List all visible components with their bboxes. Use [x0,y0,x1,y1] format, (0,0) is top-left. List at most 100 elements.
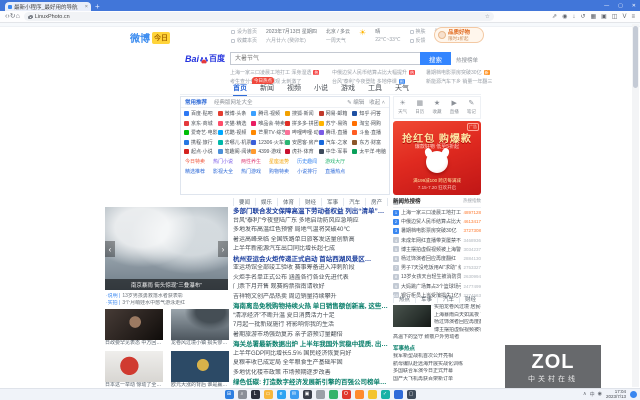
news-headline[interactable]: 绿色低碳: 打造数字经济发展新引擎的百强公司榜单揭晓 [233,378,390,388]
ranking-row[interactable]: 2 中俄边贸人民币结算占比大幅提升 4613417 [393,217,481,226]
taskbar-app-icon[interactable] [316,390,325,399]
news-photo[interactable] [171,351,229,382]
site-link[interactable]: 爱奇艺·电影 [184,129,218,136]
news-photo[interactable] [171,309,229,340]
panel-footer-tab[interactable]: 影视大全 [213,168,233,175]
tab-classic-sites[interactable]: 经典版网址大全 [214,98,253,106]
feedback-link[interactable]: 反馈 [410,37,426,44]
quick-category-link[interactable]: 今日特卖 [185,158,205,165]
video-news-item[interactable]: 博主摆拍虚假视频被行拘 [434,327,481,335]
search-input[interactable] [230,52,420,65]
address-bar[interactable]: LinuxPhoto.cn ☆ [24,12,494,21]
scrollbar-thumb[interactable] [633,26,638,88]
ranking-index-label[interactable]: 热搜指数 [463,198,481,204]
military-news-item[interactable]: 多国联合军演今日正式开幕 [393,368,481,376]
site-link[interactable]: 太平洋·电脑 [352,148,386,155]
window-control-icon[interactable]: — [604,3,609,9]
video-news-item[interactable]: 上海暴雨白天如黑夜 市民涉水出行 [434,312,481,320]
quick-category-link[interactable]: 两性养生 [241,158,261,165]
fav-page-link[interactable]: 收藏本页 [231,37,257,44]
site-link[interactable]: 哔哩哔哩·动画 [285,129,319,136]
right-panel-tab[interactable]: 财经 [459,295,481,303]
news-headline[interactable]: 上半年新能源汽车出口同比增长超七成 [233,245,390,255]
site-link[interactable]: 拼多多·拼团 [285,120,319,127]
news-tab[interactable]: 房产 [365,198,387,206]
site-link[interactable]: 腾讯·视频 [251,110,285,117]
hot-search-item[interactable]: 中俄边贸人民币结算占比大幅提升 热 [332,69,422,76]
bullet-news-item[interactable]: ·说明 | 13岁男孩勇救落水者获表彰 [106,293,228,300]
tray-icon[interactable]: ◉ [598,391,602,398]
quick-category-link[interactable]: 热门小说 [213,158,233,165]
toolbar-extension-icon[interactable]: ▦ [590,13,596,20]
news-headline[interactable]: 暑期旅游市场强劲复苏 亲子游预订量翻倍 [233,331,390,341]
ranking-row[interactable]: 8 13岁女孩天台轻生被消防员救回 2630994 [393,272,481,281]
ranking-row[interactable]: 6 杨过饰演者回应再度翻红 2884130 [393,254,481,263]
site-link[interactable]: 天猫·精选 [218,120,252,127]
quick-icon-item[interactable]: ▦ 日历 [411,97,428,118]
site-link[interactable]: 笔趣阁·阅读 [218,148,252,155]
quick-icon-item[interactable]: ▶ 直播 [446,97,463,118]
taskbar-app-icon[interactable] [329,390,338,399]
news-headline[interactable]: 海南离岛免税购物持续火热 单日销售额创新高, 这些… [233,302,390,312]
news-headline[interactable]: 火炬手名单正式公布 涵盖各行各业先进代表 [233,274,390,284]
military-section-title[interactable]: 军事热点 [393,345,481,353]
news-headline[interactable]: 海关总署最新数据出炉 上半年我国外贸稳中提质, 出口… [233,340,390,350]
toolbar-extension-icon[interactable]: ▣ [601,13,607,20]
bookmark-star-icon[interactable]: ☆ [485,14,490,20]
site-link[interactable]: 携程·旅行 [184,139,218,146]
skin-link[interactable]: 换肤 [410,28,426,35]
site-link[interactable]: 知乎·问答 [352,110,386,117]
taskbar-app-icon[interactable]: L [251,390,260,399]
site-link[interactable]: 虎扑·体育 [285,148,319,155]
hot-search-item[interactable]: 上海一家三口凌晨工地打工 浑身湿透 热 [230,69,328,76]
quick-category-link[interactable]: 星座运势 [269,158,289,165]
tray-icon[interactable]: 中 [590,391,595,398]
toolbar-extension-icon[interactable]: ≡ [631,14,635,20]
taskbar-app-icon[interactable]: ⊞ [225,390,234,399]
tab-common-sites[interactable]: 常用推荐 [185,98,207,106]
taskbar-app-icon[interactable]: ✉ [290,390,299,399]
site-link[interactable]: 4399·游戏 [251,148,285,155]
search-button[interactable]: 搜索 [420,52,451,65]
new-tab-button[interactable]: + [95,2,100,11]
news-tab[interactable]: 体育 [277,198,299,206]
right-panel-tab[interactable]: 热点 [393,295,415,303]
site-link[interactable]: 去哪儿·机票 [218,139,252,146]
site-link[interactable]: 腾讯·直播 [319,129,353,136]
panel-footer-tab[interactable]: 小说排行 [297,168,317,175]
news-tab[interactable]: 财经 [299,198,321,206]
news-headline[interactable]: 杭州亚运会火炬传递正式启动 首站西湖风景区… [233,255,390,265]
right-panel-tab[interactable]: 军事 [415,295,437,303]
site-link[interactable]: 微博·头条 [218,110,252,117]
taskbar-clock[interactable]: 17:04 2023/7/13 [606,389,626,399]
portal-logo[interactable]: 微博 今日 [130,30,170,45]
ad-banner[interactable]: 广告 抢红包 购爆款 爆款好物 低至5折起 满199减100 跨店每满减 7.1… [393,121,481,195]
news-headline[interactable]: 门票下月开售 观赛购票指南请收好 [233,283,390,293]
page-scrollbar[interactable] [632,24,639,387]
collapse-link[interactable]: 收起 ˄ [369,98,385,106]
news-headline[interactable]: 亚运场馆全部竣工验收 赛事筹备进入冲刺阶段 [233,264,390,274]
site-link[interactable]: 唯品会·特卖 [251,120,285,127]
taskbar-app-icon[interactable]: ▭ [264,390,273,399]
site-link[interactable]: 芒果TV·综艺 [251,129,285,136]
taskbar-app-icon[interactable]: ▢ [407,390,416,399]
taskbar-app-icon[interactable] [368,390,377,399]
bullet-news-item[interactable]: ·实拍 | 3个月萌娃水中憋气游泳走红 [106,300,228,307]
news-carousel[interactable]: ‹ › 南京暴雨 街头惊现“三叠瀑布” [105,207,228,290]
site-link[interactable]: 汽车·之家 [319,139,353,146]
news-headline[interactable]: 多地发布高温红色预警 局地气温将突破40℃ [233,226,390,236]
site-link[interactable]: 苏宁·易购 [319,120,353,127]
video-news-item[interactable]: 高温下的坚守 致敬户外劳动者 [393,334,481,342]
window-control-icon[interactable]: ▢ [618,3,623,9]
news-headline[interactable]: “清凉经济”不断升温 夏日消费活力十足 [233,312,390,322]
ranking-row[interactable]: 4 未成年网红直播带货屡禁不止 “谁… 3468936 [393,236,481,245]
photo-news-item[interactable]: 日政要罕见表态 中方回应… [105,309,163,347]
carousel-next-icon[interactable]: › [218,241,228,257]
panel-footer-tab[interactable]: 购物特卖 [269,168,289,175]
military-news-item[interactable]: 国产大飞机再获百架新订单 [393,376,481,384]
ranking-row[interactable]: 7 男子7天没吃饭用AI“求助” 结果… 2753327 [393,263,481,272]
hot-search-item[interactable]: 暑期档电影票房突破30亿 新 [426,69,492,76]
video-news-item[interactable]: 实拍龙卷风过境 居民楼受损严重 [434,304,481,312]
site-link[interactable]: 搜狐·新闻 [285,110,319,117]
quick-icon-item[interactable]: ✎ 笔记 [463,97,480,118]
